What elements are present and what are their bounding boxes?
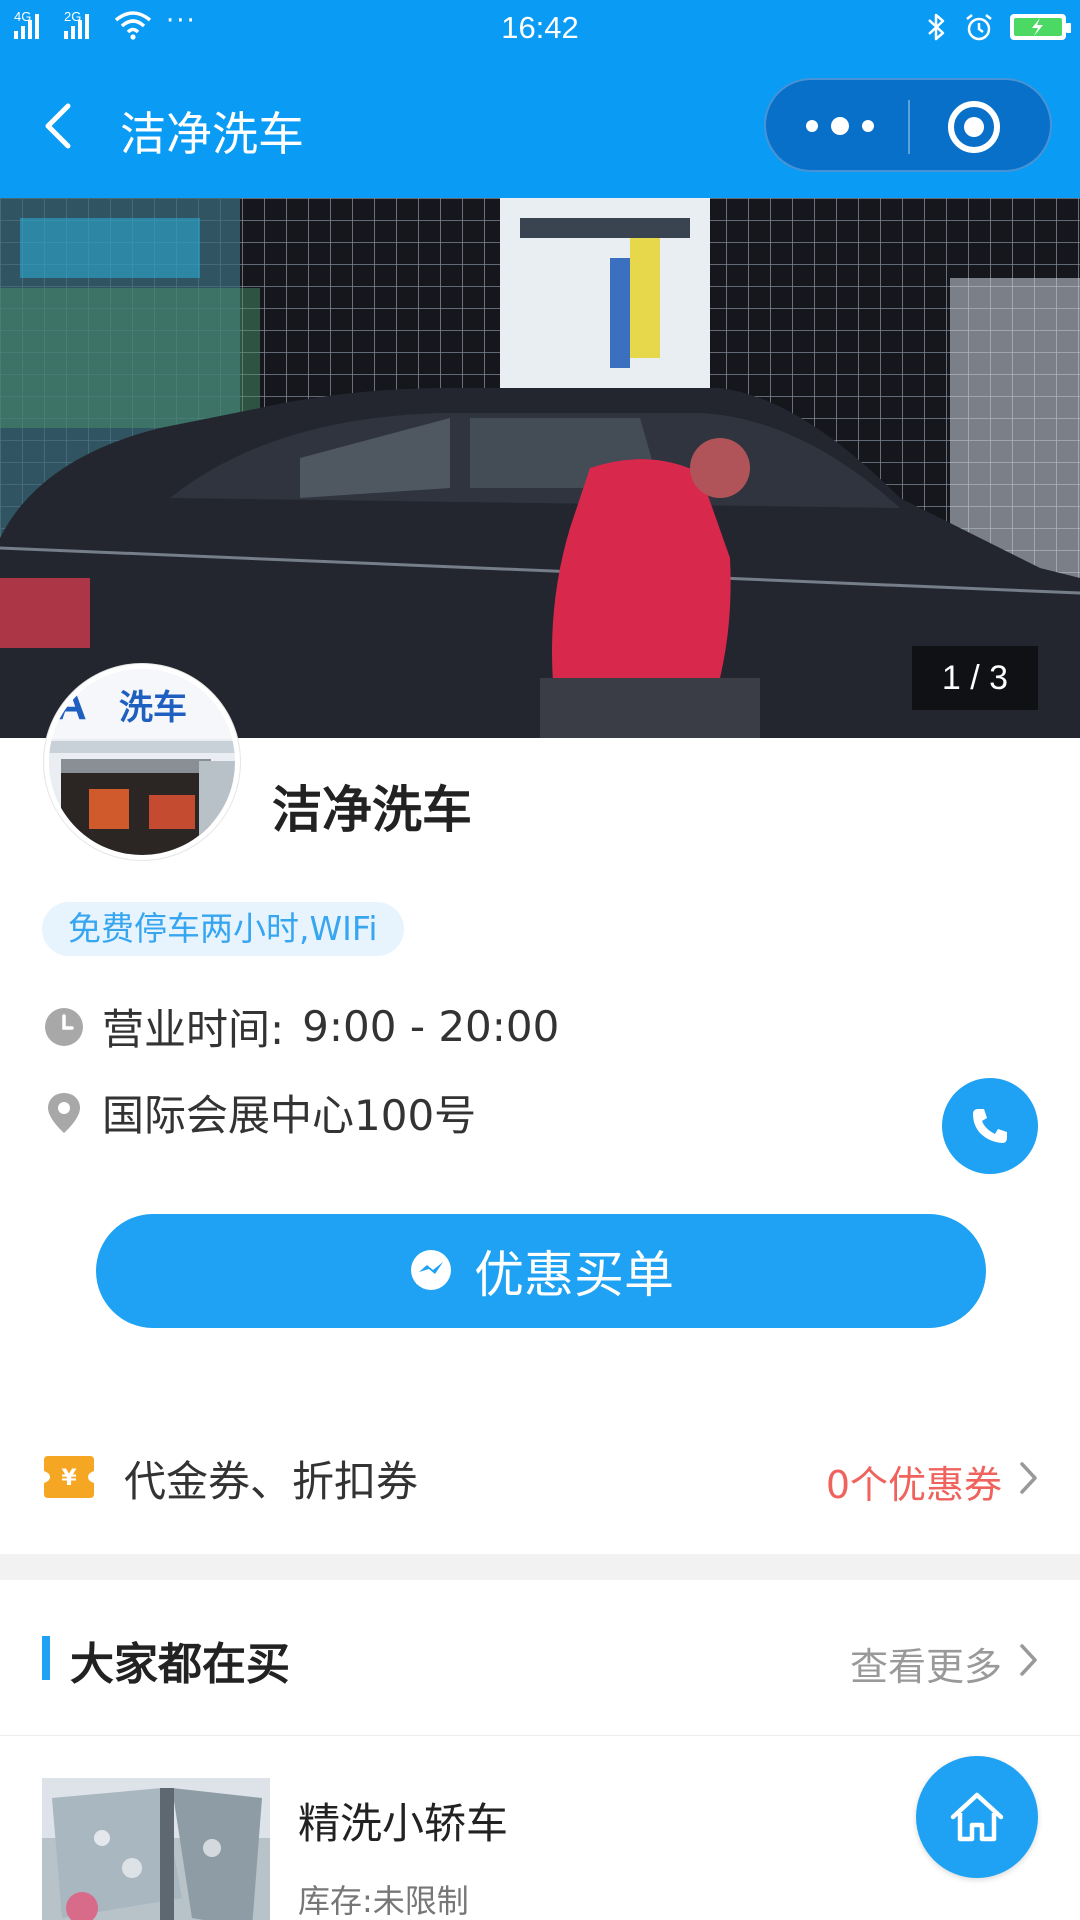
coupon-count: 0个优惠券 [825,1463,1002,1507]
section-divider [0,1554,1080,1580]
section-title: 大家都在买 [70,1639,290,1690]
store-banner-carousel[interactable]: 1 / 3 [0,198,1080,738]
home-button[interactable] [916,1756,1038,1878]
view-more-link[interactable]: 查看更多 [850,1636,1002,1691]
store-avatar: A 洗车 [44,664,240,860]
store-address: 国际会展中心100号 [102,1091,477,1140]
home-icon [950,1792,1004,1842]
coupon-row[interactable]: ¥ 代金券、折扣券 0个优惠券 [0,1420,1080,1534]
coupon-icon: ¥ [44,1456,94,1498]
business-hours-row: 营业时间: 9:00 - 20:00 [44,996,559,1057]
popular-section-header: 大家都在买 查看更多 [0,1580,1080,1736]
avatar-sign-text: 洗车 [119,688,187,728]
carousel-counter: 1 / 3 [912,646,1038,710]
product-name: 精洗小轿车 [298,1799,509,1848]
nav-bar: 洁净洗车 [0,56,1080,198]
store-name: 洁净洗车 [272,781,472,839]
status-bar: 4G 2G ··· 16:42 [0,0,1080,56]
alarm-icon [966,14,992,41]
bluetooth-icon [928,13,945,41]
section-accent-bar [42,1636,50,1680]
discount-pay-button[interactable]: 优惠买单 [96,1214,986,1328]
status-time: 16:42 [501,10,579,45]
battery-icon [1010,14,1071,40]
capsule-divider [908,100,910,154]
store-tag: 免费停车两小时,WIFi [42,902,404,956]
message-icon [411,1250,451,1290]
back-icon[interactable] [34,96,84,156]
hours-label: 营业时间: [102,1005,285,1054]
phone-icon [973,1109,1007,1143]
hours-value: 9:00 - 20:00 [302,1002,560,1051]
mini-program-capsule [764,78,1052,172]
coupon-label: 代金券、折扣券 [124,1457,419,1506]
call-button[interactable] [942,1078,1038,1174]
discount-pay-label: 优惠买单 [474,1246,674,1304]
product-image [42,1778,270,1920]
product-stock: 库存:未限制 [298,1882,469,1920]
location-icon [48,1092,80,1133]
status-right [926,12,1071,42]
page-title: 洁净洗车 [120,107,304,161]
address-row[interactable]: 国际会展中心100号 [44,1082,476,1143]
more-icon[interactable] [800,108,880,144]
svg-text:¥: ¥ [61,1466,77,1491]
chevron-right-icon [1020,1462,1037,1494]
clock-icon [45,1007,83,1046]
close-icon[interactable] [946,99,1002,155]
chevron-right-icon[interactable] [1018,1642,1040,1678]
